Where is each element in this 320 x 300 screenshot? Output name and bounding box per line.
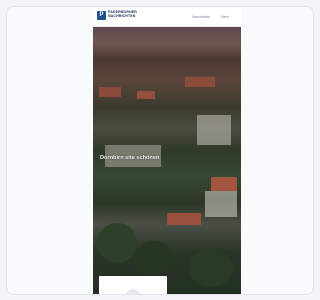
mobile-page-preview: P PADERBORNER NACHRICHTEN Nachrichten Me… [93, 7, 241, 294]
building-shape [205, 191, 237, 217]
roof-shape [137, 91, 155, 99]
tree-shape [97, 223, 137, 263]
logo-line-2: NACHRICHTEN [108, 14, 136, 18]
site-logo-text[interactable]: PADERBORNER NACHRICHTEN [108, 10, 137, 18]
building-shape [197, 115, 231, 145]
preview-card: P PADERBORNER NACHRICHTEN Nachrichten Me… [6, 6, 314, 295]
info-card[interactable]: N [99, 276, 167, 294]
hero-title: Dornbirn site schönen [100, 155, 160, 161]
roof-shape [185, 77, 215, 87]
hero-image: Dornbirn site schönen [93, 27, 241, 294]
tree-shape [189, 249, 233, 287]
nav-item-news[interactable]: Nachrichten [192, 15, 210, 19]
site-header: P PADERBORNER NACHRICHTEN Nachrichten Me… [93, 7, 241, 27]
card-icon: N [125, 289, 141, 294]
tree-shape [135, 241, 173, 275]
roof-shape [211, 177, 237, 191]
logo-icon[interactable]: P [97, 11, 106, 20]
roof-shape [167, 213, 201, 225]
nav-item-more[interactable]: Mehr [221, 15, 229, 19]
roof-shape [99, 87, 121, 97]
